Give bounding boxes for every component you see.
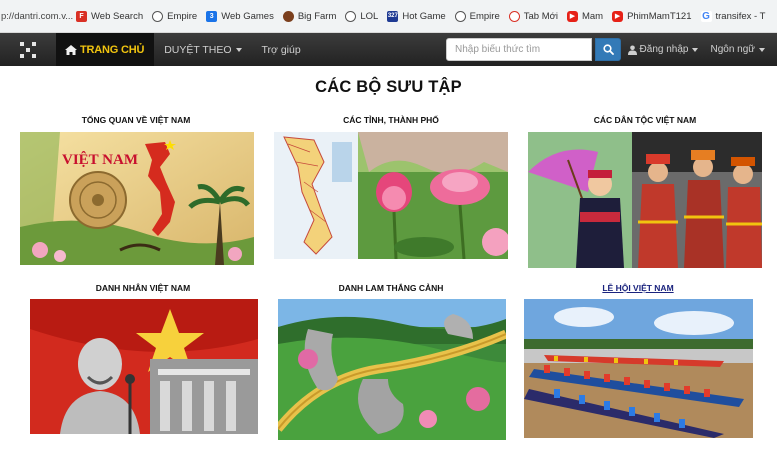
bookmark-label: Mam [581, 10, 604, 22]
nav-help[interactable]: Trợ giúp [252, 44, 311, 56]
collection-card-ethnic-groups[interactable]: CÁC DÂN TỘC VIỆT NAM [527, 113, 763, 268]
collection-card-landscapes[interactable]: DANH LAM THẮNG CẢNH [276, 281, 506, 440]
collection-image-provinces[interactable] [274, 132, 508, 259]
nav-home[interactable]: TRANG CHỦ [56, 33, 155, 66]
bookmark-web-search[interactable]: F Web Search [76, 10, 144, 22]
bookmark-web-games[interactable]: 3 Web Games [206, 10, 274, 22]
nav-browse-label: DUYỆT THEO [164, 43, 232, 56]
vietnam-map-illustration: VIỆT NAM [20, 132, 254, 265]
collection-card-festivals[interactable]: LỄ HỘI VIỆT NAM [523, 281, 753, 438]
google-icon: G [700, 10, 712, 22]
collection-image-festivals[interactable] [524, 299, 753, 438]
user-icon [627, 45, 637, 55]
nav-home-label: TRANG CHỦ [80, 43, 145, 56]
bookmark-mam[interactable]: ▶ Mam [566, 10, 604, 22]
globe-icon [454, 10, 466, 22]
bookmark-label: Hot Game [402, 10, 446, 22]
tab-icon [508, 10, 520, 22]
bookmark-lol[interactable]: LOL [345, 10, 379, 22]
collection-card-overview[interactable]: TỔNG QUAN VỀ VIỆT NAM VIỆT NAM [18, 113, 254, 265]
province-map-lotus-illustration [274, 132, 508, 259]
bookmark-transifex[interactable]: Gtransifex - T [700, 10, 766, 22]
collection-card-provinces[interactable]: CÁC TỈNH, THÀNH PHỐ [273, 113, 509, 259]
web-games-icon: 3 [206, 10, 218, 22]
login-label: Đăng nhập [639, 44, 689, 55]
bookmark-tab-moi[interactable]: Tab Mới [508, 10, 558, 22]
nav-browse-dropdown[interactable]: DUYỆT THEO [154, 44, 251, 56]
bookmark-hot-game[interactable]: 327 Hot Game [387, 10, 446, 22]
bookmark-label: Web Games [221, 10, 274, 22]
youtube-icon: ▶ [566, 10, 578, 22]
bookmark-label: Big Farm [297, 10, 337, 22]
boat-race-illustration [524, 299, 753, 438]
youtube-icon: ▶ [612, 10, 624, 22]
language-label: Ngôn ngữ [710, 44, 755, 55]
caret-down-icon [235, 47, 242, 52]
search-icon [602, 44, 614, 55]
bookmark-empire[interactable]: Empire [152, 10, 198, 22]
bookmark-empire-2[interactable]: Empire [454, 10, 500, 22]
collection-image-overview[interactable]: VIỆT NAM [20, 132, 254, 265]
bookmark-label: transifex - T [715, 10, 766, 22]
bookmark-label: Web Search [91, 10, 144, 22]
bookmark-label: PhimMamT121 [627, 10, 692, 22]
search-form [446, 38, 621, 61]
bookmark-label: Empire [469, 10, 500, 22]
grid-logo-icon [20, 41, 36, 58]
nav-help-label: Trợ giúp [261, 43, 301, 56]
main-navbar: TRANG CHỦ DUYỆT THEO Trợ giúp Đăng nhập … [0, 33, 777, 66]
bookmark-label: Empire [167, 10, 198, 22]
page-title: CÁC BỘ SƯU TẬP [315, 78, 462, 96]
bookmark-label: Tab Mới [523, 10, 558, 22]
collection-title[interactable]: CÁC DÂN TỘC VIỆT NAM [527, 115, 763, 125]
collection-title-link[interactable]: LỄ HỘI VIỆT NAM [523, 283, 753, 293]
ethnic-people-illustration [528, 132, 762, 268]
portrait-flag-illustration [30, 299, 258, 434]
bookmark-phimmam[interactable]: ▶ PhimMamT121 [612, 10, 692, 22]
collection-title[interactable]: CÁC TỈNH, THÀNH PHỐ [273, 115, 509, 125]
flipboard-icon: F [76, 10, 87, 22]
language-dropdown[interactable]: Ngôn ngữ [698, 44, 765, 55]
collection-image-landscapes[interactable] [278, 299, 506, 440]
hot-game-icon: 327 [387, 10, 399, 22]
collection-title[interactable]: TỔNG QUAN VỀ VIỆT NAM [18, 115, 254, 125]
collection-title[interactable]: DANH NHÂN VIỆT NAM [28, 283, 258, 293]
caret-down-icon [759, 47, 765, 52]
login-dropdown[interactable]: Đăng nhập [616, 44, 699, 55]
user-nav: Đăng nhập Ngôn ngữ [616, 33, 765, 66]
bookmark-big-farm[interactable]: Big Farm [282, 10, 337, 22]
collection-title[interactable]: DANH LAM THẮNG CẢNH [276, 283, 506, 293]
collection-image-ethnic-groups[interactable] [528, 132, 762, 268]
home-icon [65, 44, 77, 55]
image-caption-vietnam: VIỆT NAM [62, 151, 138, 168]
url-fragment[interactable]: p://dantri.com.v... [0, 11, 76, 22]
site-logo[interactable] [0, 33, 56, 66]
big-farm-icon [282, 10, 294, 22]
bookmark-label: LOL [360, 10, 379, 22]
collection-card-notable-people[interactable]: DANH NHÂN VIỆT NAM [28, 281, 258, 434]
search-input[interactable] [446, 38, 592, 61]
golden-bridge-illustration [278, 299, 506, 440]
bookmarks-bar: p://dantri.com.v... F Web Search Empire 3… [0, 0, 777, 33]
globe-icon [345, 10, 357, 22]
globe-icon [152, 10, 164, 22]
collection-image-notable-people[interactable] [30, 299, 258, 434]
